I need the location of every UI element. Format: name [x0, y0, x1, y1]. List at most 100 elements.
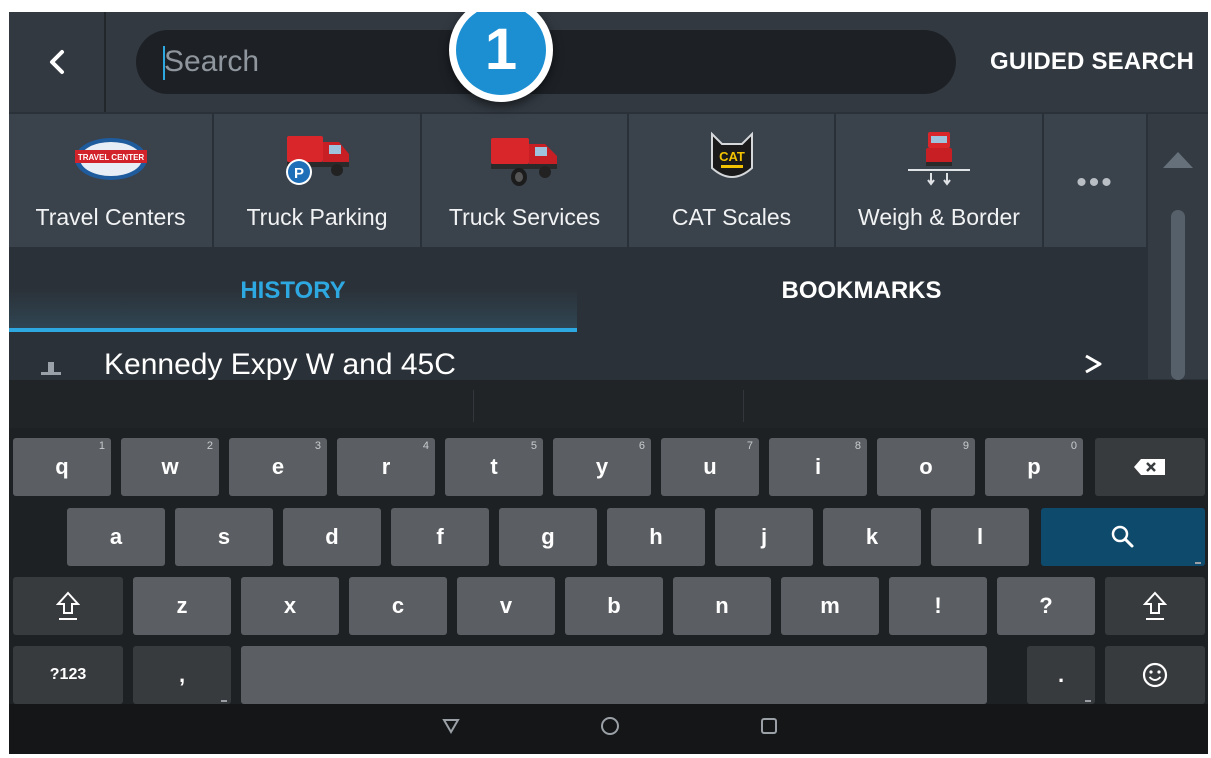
- key-r[interactable]: r4: [337, 438, 435, 496]
- key-q[interactable]: q1: [13, 438, 111, 496]
- key-hint: 1: [98, 440, 105, 452]
- key-o[interactable]: o9: [877, 438, 975, 496]
- key-label: w: [161, 454, 179, 479]
- key-a[interactable]: a: [67, 508, 165, 566]
- scroll-thumb[interactable]: [1171, 210, 1185, 380]
- category-truck-services[interactable]: Truck Services: [422, 114, 629, 247]
- shift-key-left[interactable]: [13, 577, 123, 635]
- key-comma[interactable]: ,: [133, 646, 231, 704]
- tab-bookmarks[interactable]: BOOKMARKS: [577, 249, 1146, 332]
- key-b[interactable]: b: [565, 577, 663, 635]
- key-exclamation[interactable]: !: [889, 577, 987, 635]
- key-question[interactable]: ?: [997, 577, 1095, 635]
- key-label: v: [499, 593, 513, 618]
- key-t[interactable]: t5: [445, 438, 543, 496]
- key-label: d: [325, 524, 339, 549]
- category-cat-scales[interactable]: CAT CAT Scales: [629, 114, 836, 247]
- key-n[interactable]: n: [673, 577, 771, 635]
- key-corner-mark: [221, 700, 227, 702]
- key-label: q: [55, 454, 69, 479]
- search-input[interactable]: [164, 30, 944, 94]
- category-truck-parking[interactable]: P Truck Parking: [214, 114, 422, 247]
- key-label: !: [934, 593, 942, 618]
- key-c[interactable]: c: [349, 577, 447, 635]
- weigh-border-icon: [899, 128, 979, 188]
- category-label: Weigh & Border: [858, 204, 1020, 230]
- shift-key-right[interactable]: [1105, 577, 1205, 635]
- back-button[interactable]: [9, 12, 106, 112]
- category-label: CAT Scales: [671, 204, 792, 230]
- key-z[interactable]: z: [133, 577, 231, 635]
- key-l[interactable]: l: [931, 508, 1029, 566]
- search-key[interactable]: [1041, 508, 1205, 566]
- key-label: c: [391, 593, 405, 618]
- cat-scales-icon: CAT: [692, 128, 772, 188]
- symbols-key[interactable]: ?123: [13, 646, 123, 704]
- category-travel-centers[interactable]: TRAVEL CENTER Travel Centers: [9, 114, 214, 247]
- key-hint: 4: [422, 440, 429, 452]
- chevron-left-icon: [49, 50, 64, 74]
- key-i[interactable]: i8: [769, 438, 867, 496]
- home-circle-icon[interactable]: [600, 716, 620, 736]
- key-label: f: [436, 524, 444, 549]
- key-y[interactable]: y6: [553, 438, 651, 496]
- travel-center-icon: TRAVEL CENTER: [71, 128, 151, 188]
- emoji-key[interactable]: [1105, 646, 1205, 704]
- key-hint: 9: [962, 440, 969, 452]
- key-label: u: [703, 454, 717, 479]
- key-p[interactable]: p0: [985, 438, 1083, 496]
- suggestion-divider: [743, 390, 744, 422]
- key-label: j: [760, 524, 768, 549]
- key-m[interactable]: m: [781, 577, 879, 635]
- key-label: k: [865, 524, 879, 549]
- location-pin-icon: [41, 362, 61, 375]
- more-icon: •••: [1076, 166, 1114, 199]
- key-label: r: [381, 454, 391, 479]
- key-period[interactable]: .: [1027, 646, 1095, 704]
- parking-badge-text: P: [294, 165, 304, 182]
- category-label: Truck Parking: [246, 204, 388, 230]
- key-corner-mark: [1195, 562, 1201, 564]
- key-label: ,: [178, 662, 186, 687]
- key-k[interactable]: k: [823, 508, 921, 566]
- back-triangle-icon[interactable]: [441, 716, 461, 736]
- recents-square-icon[interactable]: [759, 716, 779, 736]
- key-j[interactable]: j: [715, 508, 813, 566]
- category-weigh-border[interactable]: Weigh & Border: [836, 114, 1044, 247]
- key-g[interactable]: g: [499, 508, 597, 566]
- tab-history[interactable]: HISTORY: [9, 249, 577, 332]
- key-label: g: [541, 524, 555, 549]
- suggestion-divider: [473, 390, 474, 422]
- key-label: p: [1027, 454, 1041, 479]
- key-f[interactable]: f: [391, 508, 489, 566]
- system-navigation-bar: [9, 704, 1208, 754]
- key-h[interactable]: h: [607, 508, 705, 566]
- key-hint: 7: [746, 440, 753, 452]
- travel-center-badge-text: TRAVEL CENTER: [77, 153, 144, 162]
- truck-parking-icon: P: [277, 128, 357, 188]
- device-screen: GUIDED SEARCH 1 TRAVEL CENTER Travel Cen…: [9, 12, 1208, 754]
- key-d[interactable]: d: [283, 508, 381, 566]
- space-key[interactable]: [241, 646, 987, 704]
- key-hint: 8: [854, 440, 861, 452]
- category-label: Travel Centers: [35, 204, 186, 230]
- backspace-key[interactable]: [1095, 438, 1205, 496]
- key-v[interactable]: v: [457, 577, 555, 635]
- key-x[interactable]: x: [241, 577, 339, 635]
- key-s[interactable]: s: [175, 508, 273, 566]
- key-e[interactable]: e3: [229, 438, 327, 496]
- key-w[interactable]: w2: [121, 438, 219, 496]
- key-label: t: [490, 454, 498, 479]
- navigate-arrow-icon[interactable]: [1082, 352, 1106, 376]
- scrollbar[interactable]: [1148, 114, 1208, 380]
- scroll-up-arrow-icon[interactable]: [1163, 152, 1193, 168]
- key-label: .: [1057, 662, 1065, 687]
- guided-search-button[interactable]: GUIDED SEARCH: [990, 12, 1194, 112]
- cat-badge-text: CAT: [719, 149, 745, 164]
- category-more[interactable]: •••: [1044, 114, 1146, 247]
- key-u[interactable]: u7: [661, 438, 759, 496]
- category-label: Truck Services: [448, 204, 601, 230]
- history-list-item[interactable]: Kennedy Expy W and 45C: [9, 334, 1146, 380]
- key-label: s: [217, 524, 231, 549]
- emoji-icon: [1142, 662, 1168, 688]
